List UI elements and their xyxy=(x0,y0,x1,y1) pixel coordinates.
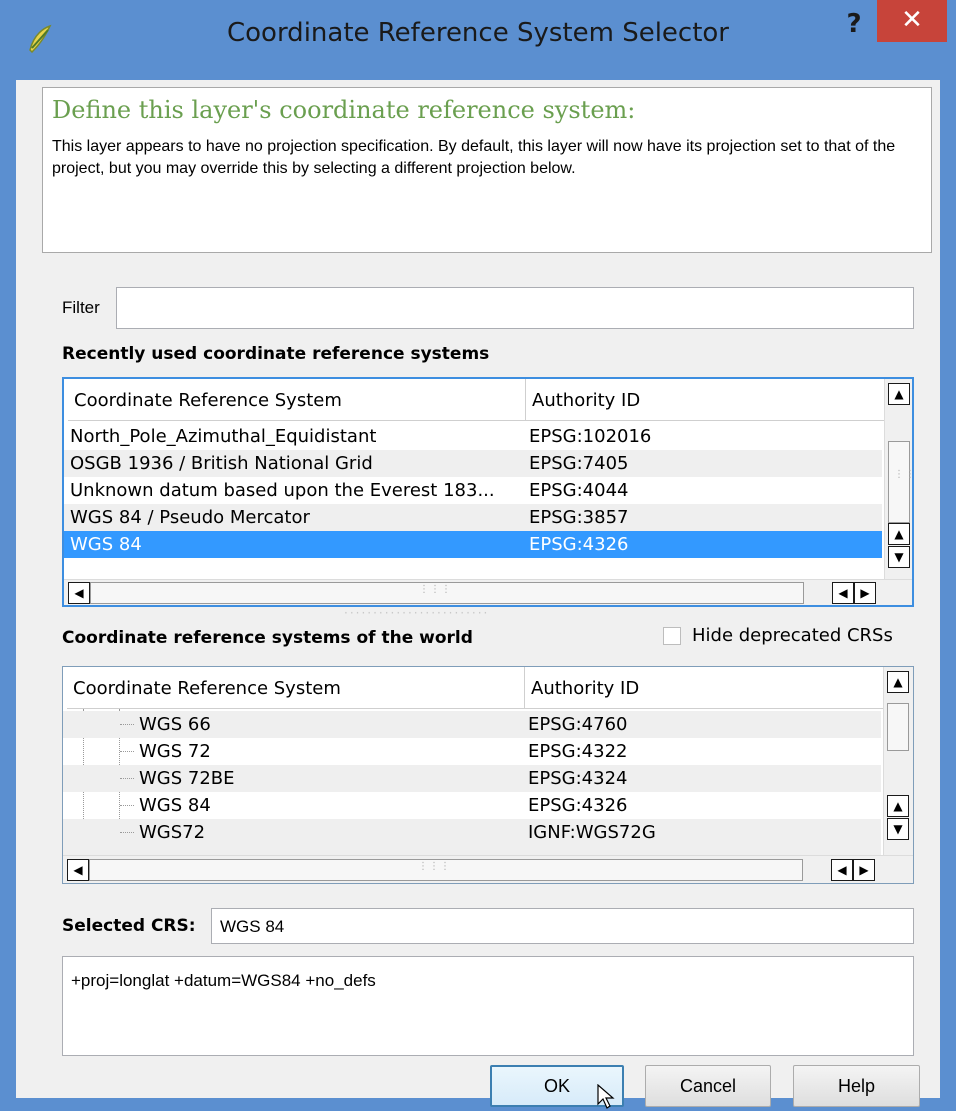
recent-crs-table[interactable]: Coordinate Reference System Authority ID… xyxy=(62,377,914,607)
scroll-up-icon[interactable]: ▲ xyxy=(888,383,910,405)
proj-parameters-box[interactable]: +proj=longlat +datum=WGS84 +no_defs xyxy=(62,956,914,1056)
scroll-thumb[interactable]: ⋮⋮⋮ xyxy=(89,859,803,881)
table-row[interactable]: WGS 66 EPSG:4760 xyxy=(63,711,881,738)
context-help-button[interactable]: ? xyxy=(838,8,870,48)
authority-id: EPSG:4326 xyxy=(528,795,628,816)
table-row-selected[interactable]: WGS 84 EPSG:4326 xyxy=(64,531,882,558)
scroll-up-icon[interactable]: ▲ xyxy=(887,671,909,693)
world-vertical-scrollbar[interactable]: ▲ ▲ ▼ xyxy=(883,667,913,855)
crs-name: WGS 84 xyxy=(70,534,142,555)
splitter-handle[interactable]: ························· xyxy=(344,606,489,620)
authority-id: EPSG:4326 xyxy=(529,534,629,555)
world-header-authority[interactable]: Authority ID xyxy=(525,667,885,709)
scroll-left-icon[interactable]: ◀ xyxy=(67,859,89,881)
scroll-up-icon[interactable]: ▲ xyxy=(888,523,910,545)
crs-name: WGS 84 xyxy=(139,795,211,816)
crs-name: WGS 72 xyxy=(139,741,211,762)
authority-id: EPSG:3857 xyxy=(529,507,629,528)
authority-id: EPSG:4324 xyxy=(528,768,628,789)
crs-name: WGS 72BE xyxy=(139,768,235,789)
description-title: Define this layer's coordinate reference… xyxy=(52,96,636,124)
world-header-crs[interactable]: Coordinate Reference System xyxy=(67,667,525,709)
scroll-right-icon[interactable]: ▶ xyxy=(854,582,876,604)
table-row[interactable]: WGS 84 EPSG:4326 xyxy=(63,792,881,819)
authority-id: IGNF:WGS72G xyxy=(528,822,656,843)
scroll-left-icon[interactable]: ◀ xyxy=(831,859,853,881)
table-row[interactable]: WGS 72 EPSG:4322 xyxy=(63,738,881,765)
close-button[interactable]: ✕ xyxy=(877,0,947,42)
help-button[interactable]: Help xyxy=(793,1065,920,1107)
scroll-thumb[interactable] xyxy=(887,703,909,751)
mouse-cursor-icon xyxy=(597,1084,615,1109)
table-row[interactable]: Unknown datum based upon the Everest 183… xyxy=(64,477,882,504)
world-crs-heading: Coordinate reference systems of the worl… xyxy=(62,628,473,648)
recent-header-crs[interactable]: Coordinate Reference System xyxy=(68,379,526,421)
filter-label: Filter xyxy=(62,298,100,317)
table-row[interactable]: WGS 84 / Pseudo Mercator EPSG:3857 xyxy=(64,504,882,531)
crs-name: WGS72 xyxy=(139,822,206,843)
scroll-right-icon[interactable]: ▶ xyxy=(853,859,875,881)
world-crs-table[interactable]: Coordinate Reference System Authority ID… xyxy=(62,666,914,884)
hide-deprecated-checkbox[interactable] xyxy=(663,627,681,645)
table-row[interactable]: North_Pole_Azimuthal_Equidistant EPSG:10… xyxy=(64,423,882,450)
scroll-thumb[interactable]: ⋮⋮⋮ xyxy=(90,582,804,604)
window-title: Coordinate Reference System Selector xyxy=(226,18,729,48)
world-horizontal-scrollbar[interactable]: ◀ ⋮⋮⋮ ◀ ▶ xyxy=(63,855,913,883)
authority-id: EPSG:7405 xyxy=(529,453,629,474)
recent-vertical-scrollbar[interactable]: ▲ ⋮⋮⋮ ▲ ▼ xyxy=(884,379,912,579)
crs-name: WGS 66 xyxy=(139,714,211,735)
table-row[interactable]: WGS72 IGNF:WGS72G xyxy=(63,819,881,855)
proj-parameters-text: +proj=longlat +datum=WGS84 +no_defs xyxy=(71,971,376,990)
scroll-up-icon[interactable]: ▲ xyxy=(887,795,909,817)
scroll-left-icon[interactable]: ◀ xyxy=(68,582,90,604)
crs-name: Unknown datum based upon the Everest 183… xyxy=(70,480,495,501)
selected-crs-value: WGS 84 xyxy=(220,917,285,936)
table-row[interactable]: OSGB 1936 / British National Grid EPSG:7… xyxy=(64,450,882,477)
authority-id: EPSG:102016 xyxy=(529,426,652,447)
recent-horizontal-scrollbar[interactable]: ◀ ⋮⋮⋮ ◀ ▶ xyxy=(64,579,912,605)
description-text: This layer appears to have no projection… xyxy=(52,138,896,177)
crs-name: OSGB 1936 / British National Grid xyxy=(70,453,373,474)
crs-name: WGS 84 / Pseudo Mercator xyxy=(70,507,310,528)
crs-name: North_Pole_Azimuthal_Equidistant xyxy=(70,426,377,447)
recent-crs-heading: Recently used coordinate reference syste… xyxy=(62,344,490,364)
scroll-left-icon[interactable]: ◀ xyxy=(832,582,854,604)
scroll-down-icon[interactable]: ▼ xyxy=(887,818,909,840)
authority-id: EPSG:4044 xyxy=(529,480,629,501)
hide-deprecated-label[interactable]: Hide deprecated CRSs xyxy=(692,625,893,646)
cancel-button[interactable]: Cancel xyxy=(645,1065,771,1107)
selected-crs-field[interactable]: WGS 84 xyxy=(211,908,914,944)
recent-header-authority[interactable]: Authority ID xyxy=(526,379,886,421)
authority-id: EPSG:4760 xyxy=(528,714,628,735)
filter-input[interactable] xyxy=(116,287,914,329)
scroll-thumb[interactable]: ⋮⋮⋮ xyxy=(888,441,912,523)
table-row[interactable]: WGS 72BE EPSG:4324 xyxy=(63,765,881,792)
scroll-down-icon[interactable]: ▼ xyxy=(888,546,910,568)
authority-id: EPSG:4322 xyxy=(528,741,628,762)
selected-crs-label: Selected CRS: xyxy=(62,916,196,936)
